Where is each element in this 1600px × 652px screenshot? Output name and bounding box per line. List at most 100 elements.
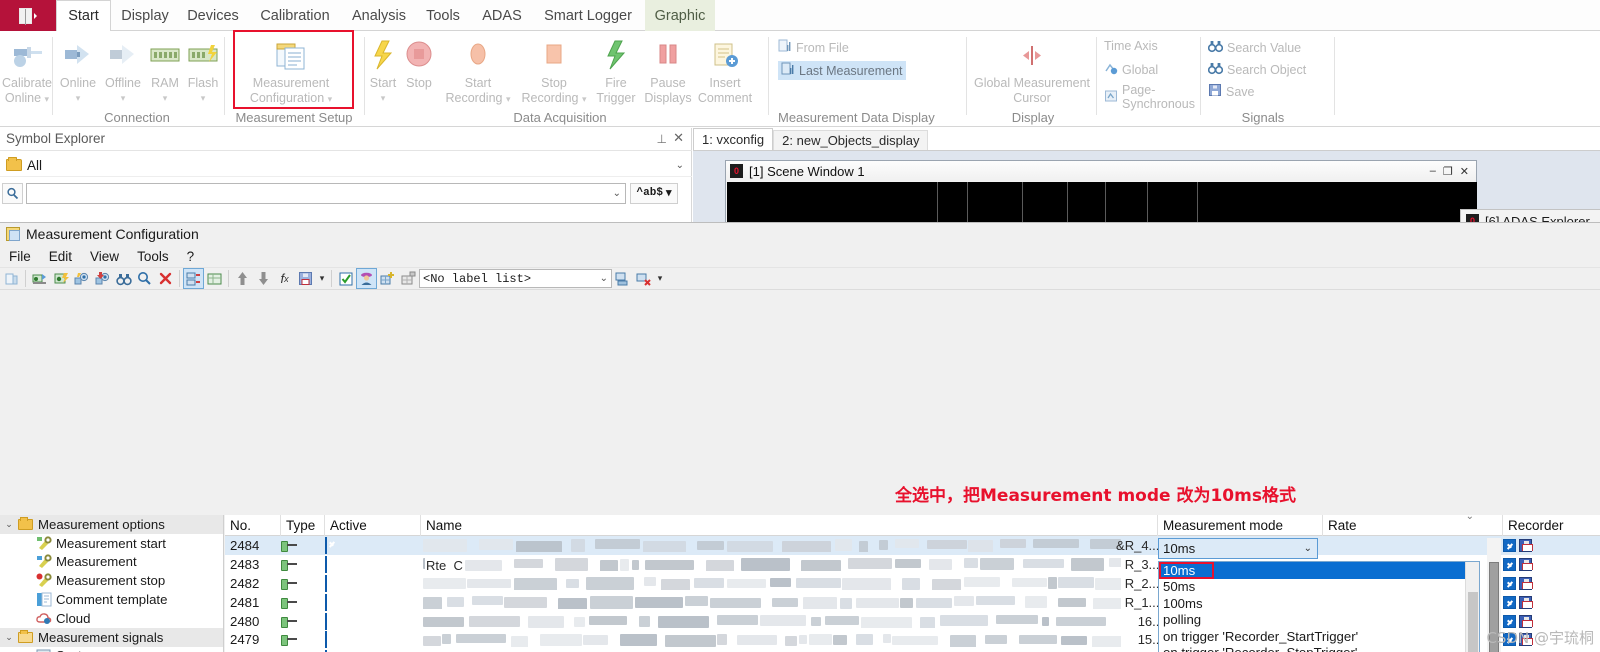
tree-item-measurement-signals[interactable]: ⌄ Measurement signals (0, 627, 223, 647)
global-measurement-cursor-button[interactable]: Global Measurement Cursor (968, 35, 1096, 105)
chevron-down-icon[interactable]: ⌄ (2, 519, 16, 530)
formula-fx-icon[interactable]: fx (274, 268, 295, 289)
save-floppy-icon[interactable] (1519, 595, 1533, 609)
save-floppy-icon[interactable] (1519, 576, 1533, 590)
cell-recorder[interactable] (1503, 538, 1547, 552)
chevron-down-icon[interactable]: ⌄ (2, 632, 16, 643)
chevron-down-icon[interactable]: ⌄ (613, 188, 621, 199)
search-object-button[interactable]: Search Object (1207, 61, 1306, 78)
active-checkbox[interactable] (325, 536, 345, 554)
measurement-mode-dropdown-list[interactable]: 10ms 50ms 100ms polling on trigger 'Recorder… (1158, 561, 1480, 652)
page-synchronous-button[interactable]: Page-Synchronous (1104, 83, 1195, 111)
save-signals-button[interactable]: Save (1208, 83, 1255, 100)
symbol-explorer-search-input[interactable]: ⌄ (26, 182, 626, 204)
column-header-rate[interactable]: Rate ⌄ (1323, 515, 1503, 536)
insert-signal-icon[interactable] (71, 268, 92, 289)
menu-view[interactable]: View (81, 249, 128, 264)
toolbar-overflow-caret-icon[interactable]: ▾ (654, 268, 666, 289)
active-checkbox[interactable] (325, 555, 345, 573)
tab-analysis[interactable]: Analysis (345, 0, 413, 31)
global-cursor-button[interactable]: Global (1104, 61, 1158, 78)
measurement-configuration-tree[interactable]: ⌄ Measurement options Measurement start Mea… (0, 515, 224, 652)
chevron-down-icon[interactable]: ▾ (666, 186, 672, 200)
clear-label-list-icon[interactable] (633, 268, 654, 289)
active-checkbox[interactable] (325, 593, 345, 611)
measurement-mode-combobox[interactable]: 10ms ⌄ (1158, 538, 1318, 559)
column-header-type[interactable]: Type (281, 515, 325, 536)
remove-label-icon[interactable] (398, 268, 419, 289)
start-recording-button[interactable]: Start Recording ▾ (440, 35, 516, 106)
last-measurement-button[interactable]: Last Measurement (778, 61, 906, 80)
save-dropdown-caret-icon[interactable]: ▾ (316, 268, 328, 289)
tree-item-system[interactable]: System (0, 647, 223, 652)
save-floppy-icon[interactable] (1519, 538, 1533, 552)
dropdown-scrollbar[interactable] (1465, 562, 1479, 652)
minimize-icon[interactable]: – (1430, 165, 1436, 178)
tab-start[interactable]: Start (56, 0, 111, 32)
flash-dropdown-caret-icon[interactable]: ▾ (184, 92, 222, 105)
offline-button[interactable]: Offline ▾ (100, 35, 146, 105)
tree-item-measurement-start[interactable]: Measurement start (0, 534, 223, 553)
offline-dropdown-caret-icon[interactable]: ▾ (100, 92, 146, 105)
move-down-arrow-icon[interactable] (253, 268, 274, 289)
column-header-no[interactable]: No. (225, 515, 281, 536)
cell-recorder[interactable] (1503, 576, 1547, 590)
regex-toggle-button[interactable]: ^ab$ ▾ (630, 182, 678, 204)
save-floppy-icon[interactable] (295, 268, 316, 289)
pause-displays-button[interactable]: Pause Displays (640, 35, 696, 105)
table-row[interactable]: 2484 &R_4.... (225, 536, 1600, 555)
tree-item-comment-template[interactable]: Comment template (0, 590, 223, 609)
find-binoculars-icon[interactable] (113, 268, 134, 289)
tree-item-measurement-stop[interactable]: Measurement stop (0, 571, 223, 590)
menu-help[interactable]: ? (178, 249, 204, 264)
menu-file[interactable]: File (0, 249, 40, 264)
add-signal-group-icon[interactable] (50, 268, 71, 289)
group-view-icon[interactable] (183, 268, 204, 289)
fire-trigger-button[interactable]: Fire Trigger (592, 35, 640, 105)
cell-recorder[interactable] (1503, 557, 1547, 571)
tree-item-measurement[interactable]: Measurement (0, 553, 223, 572)
symbol-explorer-scope-combobox[interactable]: All ⌄ (0, 154, 692, 177)
ram-button[interactable]: RAM ▾ (146, 35, 184, 105)
column-header-measurement-mode[interactable]: Measurement mode (1158, 515, 1323, 536)
dropdown-option[interactable]: on trigger 'Recorder_StartTrigger' (1159, 628, 1465, 645)
add-signal-icon[interactable] (29, 268, 50, 289)
stop-recording-button[interactable]: Stop Recording ▾ (516, 35, 592, 106)
cell-recorder[interactable] (1503, 595, 1547, 609)
tree-item-cloud[interactable]: Cloud (0, 609, 223, 628)
close-icon[interactable]: ✕ (673, 130, 684, 146)
add-label-icon[interactable] (377, 268, 398, 289)
activate-all-checkbox-icon[interactable] (335, 268, 356, 289)
dropdown-option[interactable]: polling (1159, 612, 1465, 629)
dropdown-option[interactable]: 50ms (1159, 579, 1465, 596)
active-checkbox[interactable] (325, 574, 345, 592)
tab-adas[interactable]: ADAS (473, 0, 531, 31)
online-dropdown-caret-icon[interactable]: ▾ (56, 92, 100, 105)
save-floppy-icon[interactable] (1519, 557, 1533, 571)
app-logo-button[interactable] (0, 0, 56, 31)
calibrate-online-button[interactable]: Calibrate Online ▾ (0, 35, 54, 106)
tab-devices[interactable]: Devices (181, 0, 245, 31)
dropdown-scrollbar-thumb[interactable] (1468, 592, 1478, 652)
search-magnifier-icon[interactable] (2, 182, 23, 204)
tab-graphic[interactable]: Graphic (645, 0, 715, 31)
move-up-arrow-icon[interactable] (232, 268, 253, 289)
save-floppy-icon[interactable] (1519, 614, 1533, 628)
open-configuration-icon[interactable] (1, 268, 22, 289)
online-button[interactable]: Online ▾ (56, 35, 100, 105)
tab-calibration[interactable]: Calibration (249, 0, 341, 31)
spreadsheet-view-icon[interactable] (204, 268, 225, 289)
zoom-magnifier-icon[interactable] (134, 268, 155, 289)
tab-smart-logger[interactable]: Smart Logger (535, 0, 641, 31)
measurement-configuration-button[interactable]: Measurement Configuration ▾ (236, 35, 346, 106)
doc-tab-new-objects-display[interactable]: 2: new_Objects_display (773, 130, 929, 150)
start-measurement-dropdown-caret-icon[interactable]: ▾ (366, 92, 400, 105)
chevron-down-icon[interactable]: ⌄ (600, 273, 608, 285)
dropdown-option[interactable]: 10ms (1159, 562, 1465, 579)
stop-measurement-button[interactable]: Stop (400, 35, 438, 90)
column-header-recorder[interactable]: Recorder (1503, 515, 1600, 536)
pin-icon[interactable]: ⊥ (657, 132, 667, 146)
chevron-down-icon[interactable]: ⌄ (676, 160, 684, 171)
recorder-checkbox[interactable] (1503, 576, 1516, 590)
column-header-active[interactable]: Active (325, 515, 421, 536)
